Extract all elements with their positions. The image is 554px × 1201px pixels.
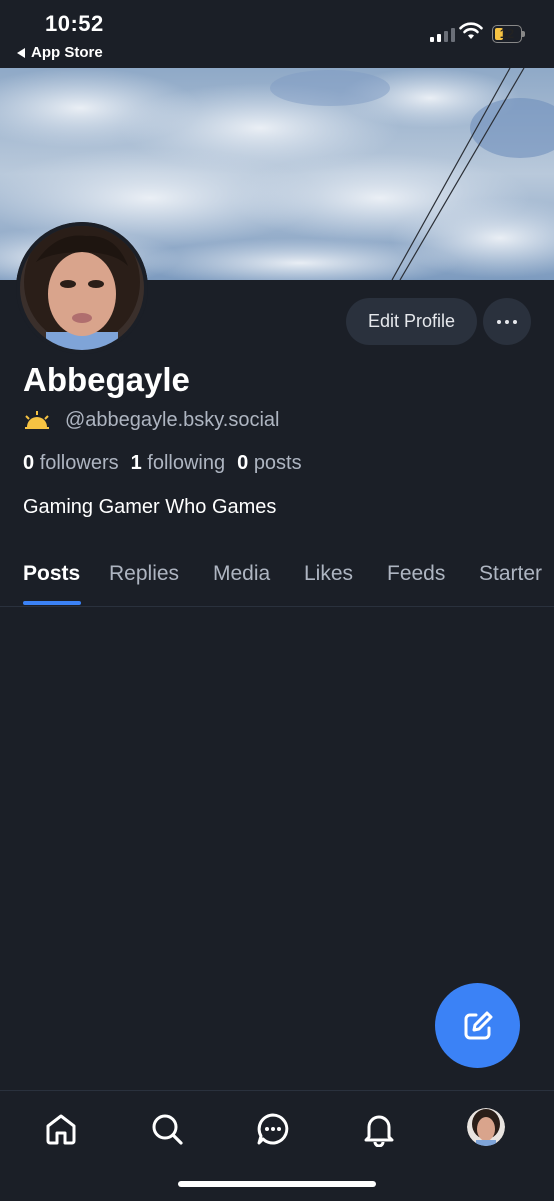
followers-stat[interactable]: 0 followers (23, 452, 119, 475)
tab-replies[interactable]: Replies (109, 562, 179, 586)
nav-notifications[interactable] (359, 1109, 399, 1149)
handle-row: @abbegayle.bsky.social (23, 409, 280, 432)
cellular-signal-icon (430, 28, 455, 42)
nav-home[interactable] (41, 1109, 81, 1149)
profile-handle: @abbegayle.bsky.social (65, 409, 280, 431)
back-to-app-store[interactable]: App Store (17, 44, 103, 61)
more-options-button[interactable] (483, 298, 531, 345)
status-time: 10:52 (45, 11, 104, 36)
back-arrow-icon (17, 47, 25, 58)
profile-bio: Gaming Gamer Who Games (23, 496, 277, 518)
following-stat[interactable]: 1 following (131, 452, 226, 475)
search-icon (152, 1114, 183, 1145)
sun-emoji-icon (25, 410, 49, 429)
home-indicator[interactable] (178, 1181, 376, 1187)
display-name: Abbegayle (23, 361, 190, 398)
tab-feeds[interactable]: Feeds (387, 562, 445, 586)
compose-post-button[interactable] (435, 983, 520, 1068)
tab-posts[interactable]: Posts (23, 562, 80, 586)
nav-profile-avatar[interactable] (467, 1108, 505, 1146)
more-dots-icon (497, 319, 501, 324)
edit-profile-button[interactable]: Edit Profile (346, 298, 477, 345)
posts-stat: 0 posts (237, 452, 302, 474)
status-bar: 10:52 App Store 12 (0, 0, 554, 68)
tab-likes[interactable]: Likes (304, 562, 353, 586)
back-label: App Store (31, 44, 103, 61)
chat-icon (257, 1113, 289, 1145)
battery-icon: 12 (492, 25, 525, 43)
profile-tabs: Posts Replies Media Likes Feeds Starter (0, 558, 554, 607)
wifi-icon (459, 22, 483, 39)
battery-level: 12 (499, 26, 515, 41)
bell-icon (364, 1115, 394, 1147)
nav-search[interactable] (147, 1109, 187, 1149)
nav-chat[interactable] (253, 1109, 293, 1149)
tab-media[interactable]: Media (213, 562, 270, 586)
active-tab-indicator (23, 601, 81, 605)
profile-avatar[interactable] (16, 222, 148, 354)
profile-stats: 0 followers 1 following 0 posts (23, 452, 302, 475)
tab-starter-packs[interactable]: Starter (479, 562, 542, 586)
home-icon (46, 1114, 76, 1145)
compose-icon (464, 1011, 492, 1039)
